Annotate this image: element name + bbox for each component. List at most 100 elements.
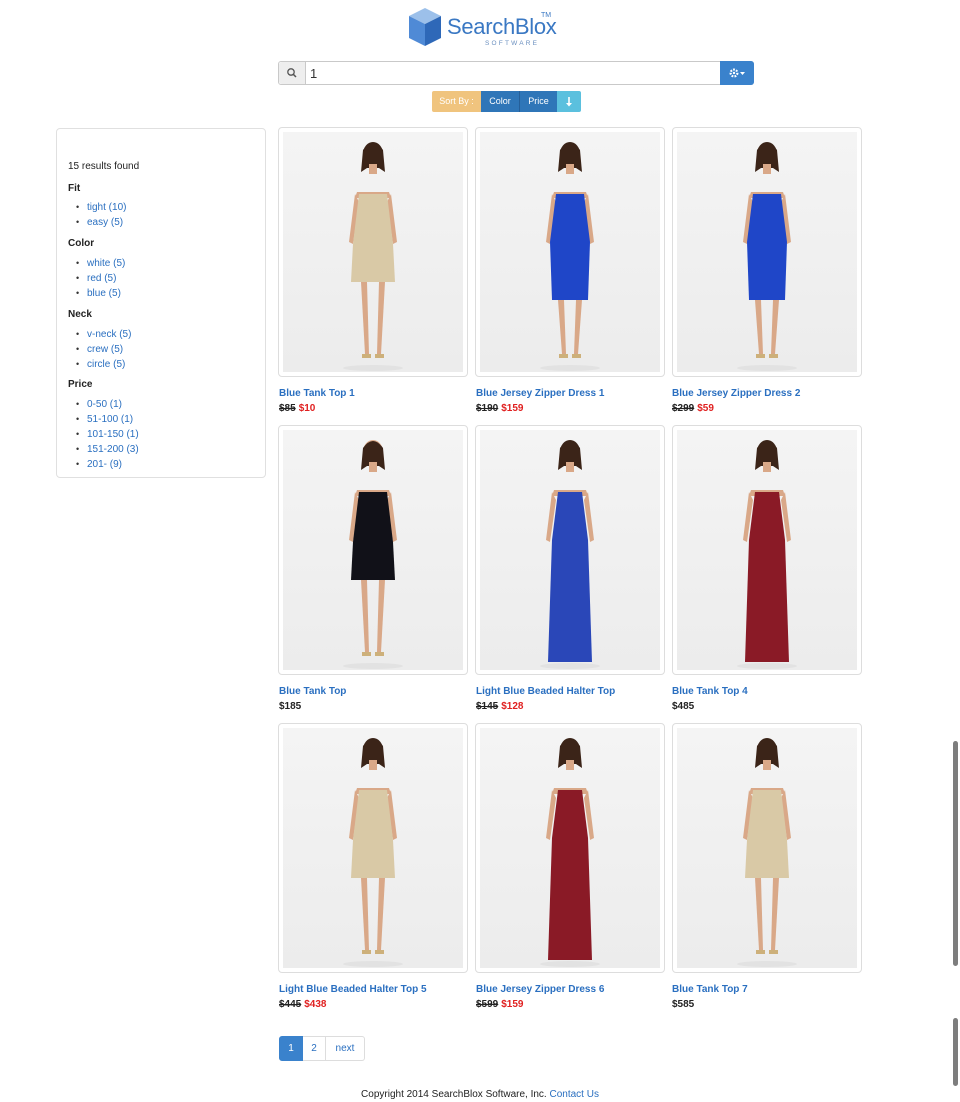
model-figure	[737, 142, 797, 371]
copyright-text: Copyright 2014 SearchBlox Software, Inc.	[361, 1089, 547, 1100]
gear-icon	[729, 68, 745, 78]
pagination: 1 2 next	[279, 1036, 365, 1061]
product-image[interactable]	[283, 728, 463, 968]
product-title[interactable]: Light Blue Beaded Halter Top	[476, 686, 615, 697]
old-price: $445	[279, 999, 302, 1010]
product-title[interactable]: Blue Jersey Zipper Dress 1	[476, 388, 604, 399]
product-image[interactable]	[283, 430, 463, 670]
model-figure	[737, 738, 797, 967]
regular-price: $185	[279, 701, 302, 712]
product-title[interactable]: Blue Tank Top	[279, 686, 346, 697]
facet-item[interactable]: 0-50 (1)	[76, 397, 139, 412]
model-figure	[343, 142, 403, 371]
facet-item[interactable]: 151-200 (3)	[76, 442, 139, 457]
sort-direction-button[interactable]	[557, 91, 581, 112]
product-title[interactable]: Light Blue Beaded Halter Top 5	[279, 984, 427, 995]
brand-logo[interactable]: SearchBlox TM SOFTWARE	[407, 6, 567, 50]
cube-logo-icon	[409, 8, 441, 46]
search-input[interactable]	[310, 64, 690, 82]
facet-item[interactable]: easy (5)	[76, 215, 126, 230]
model-figure	[540, 142, 600, 371]
sale-price: $159	[501, 403, 524, 414]
brand-tagline: SOFTWARE	[485, 40, 540, 47]
page-2-button[interactable]: 2	[303, 1036, 326, 1061]
product-price: $85 $10	[279, 403, 315, 414]
product-card[interactable]	[672, 127, 862, 377]
page-1-button[interactable]: 1	[279, 1036, 303, 1061]
product-price: $445 $438	[279, 999, 327, 1010]
product-card[interactable]	[278, 425, 468, 675]
sort-price-button[interactable]: Price	[519, 91, 557, 112]
old-price: $85	[279, 403, 296, 414]
sort-by-label: Sort By :	[432, 91, 481, 112]
model-figure	[343, 738, 403, 967]
sort-color-button[interactable]: Color	[481, 91, 519, 112]
facet-list-neck: v-neck (5) crew (5) circle (5)	[76, 327, 132, 372]
product-price: $599 $159	[476, 999, 524, 1010]
facet-item[interactable]: circle (5)	[76, 357, 131, 372]
old-price: $190	[476, 403, 499, 414]
product-card[interactable]	[278, 723, 468, 973]
facet-list-fit: tight (10) easy (5)	[76, 200, 127, 230]
regular-price: $585	[672, 999, 695, 1010]
product-image[interactable]	[677, 430, 857, 670]
search-icon	[279, 62, 306, 84]
product-card[interactable]	[475, 723, 665, 973]
old-price: $599	[476, 999, 499, 1010]
product-title[interactable]: Blue Tank Top 1	[279, 388, 355, 399]
product-image[interactable]	[283, 132, 463, 372]
product-title[interactable]: Blue Jersey Zipper Dress 2	[672, 388, 800, 399]
sort-controls: Sort By : Color Price	[432, 91, 581, 112]
brand-tm: TM	[541, 12, 552, 19]
model-figure	[343, 440, 403, 669]
facet-item[interactable]: v-neck (5)	[76, 327, 132, 342]
arrow-down-icon	[566, 97, 572, 107]
facet-title-color: Color	[68, 238, 95, 249]
product-price: $190 $159	[476, 403, 524, 414]
product-title[interactable]: Blue Jersey Zipper Dress 6	[476, 984, 604, 995]
sale-price: $159	[501, 999, 524, 1010]
model-figure	[540, 738, 600, 967]
sale-price: $128	[501, 701, 524, 712]
product-image[interactable]	[480, 728, 660, 968]
product-image[interactable]	[480, 132, 660, 372]
product-price: $485	[672, 701, 694, 712]
contact-us-link[interactable]: Contact Us	[549, 1089, 598, 1100]
product-card[interactable]	[475, 127, 665, 377]
product-image[interactable]	[677, 132, 857, 372]
facet-item[interactable]: blue (5)	[76, 286, 125, 301]
results-count: 15 results found	[68, 161, 140, 172]
product-card[interactable]	[475, 425, 665, 675]
product-title[interactable]: Blue Tank Top 4	[672, 686, 748, 697]
facet-item[interactable]: red (5)	[76, 271, 125, 286]
facet-item[interactable]: 201- (9)	[76, 457, 139, 472]
product-price: $185	[279, 701, 301, 712]
model-figure	[737, 440, 797, 669]
old-price: $145	[476, 701, 499, 712]
sale-price: $10	[298, 403, 316, 414]
facet-item[interactable]: 101-150 (1)	[76, 427, 139, 442]
product-card[interactable]	[672, 425, 862, 675]
product-card[interactable]	[278, 127, 468, 377]
footer: Copyright 2014 SearchBlox Software, Inc.…	[0, 1089, 960, 1100]
facet-list-color: white (5) red (5) blue (5)	[76, 256, 125, 301]
secondary-scrollbar[interactable]	[953, 1018, 958, 1086]
product-price: $145 $128	[476, 701, 524, 712]
facet-item[interactable]: tight (10)	[76, 200, 127, 215]
product-price: $585	[672, 999, 694, 1010]
product-image[interactable]	[480, 430, 660, 670]
product-title[interactable]: Blue Tank Top 7	[672, 984, 748, 995]
page-scrollbar[interactable]	[953, 741, 958, 966]
settings-dropdown-button[interactable]	[720, 61, 754, 85]
facet-item[interactable]: white (5)	[76, 256, 125, 271]
facet-title-fit: Fit	[68, 183, 81, 194]
next-page-button[interactable]: next	[326, 1036, 365, 1061]
facet-item[interactable]: 51-100 (1)	[76, 412, 139, 427]
product-price: $299 $59	[672, 403, 714, 414]
facet-sidebar: 15 results found Fit tight (10) easy (5)…	[56, 128, 266, 478]
product-card[interactable]	[672, 723, 862, 973]
product-image[interactable]	[677, 728, 857, 968]
facet-item[interactable]: crew (5)	[76, 342, 131, 357]
sale-price: $438	[304, 999, 327, 1010]
facet-title-price: Price	[68, 379, 93, 390]
